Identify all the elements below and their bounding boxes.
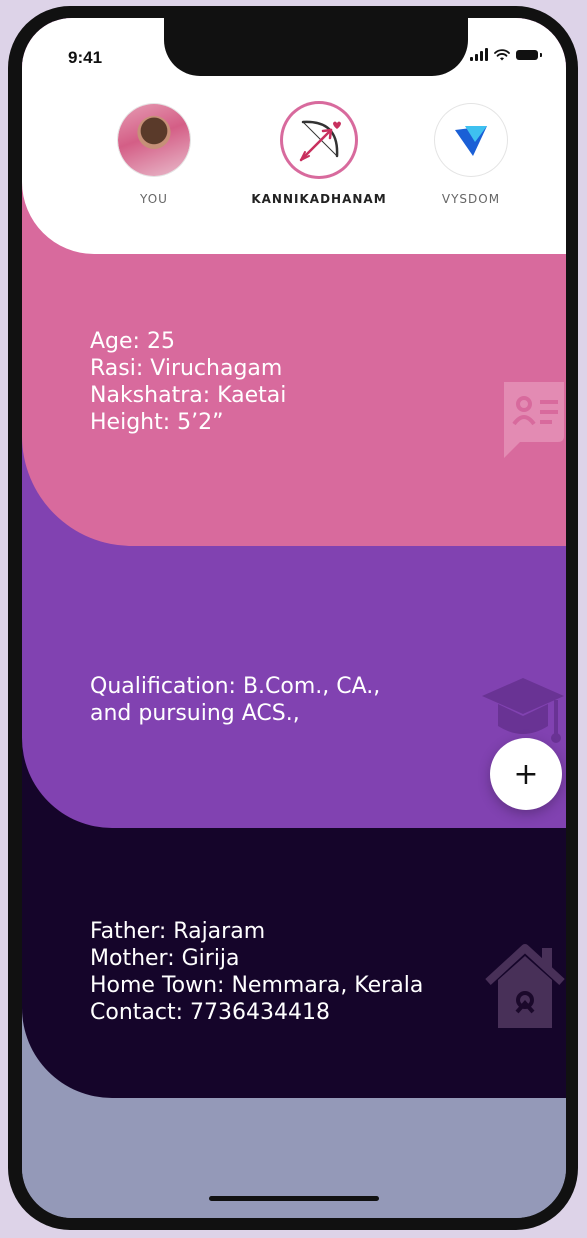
- rasi-text: Rasi: Viruchagam: [90, 356, 283, 381]
- home-indicator[interactable]: [209, 1196, 379, 1201]
- profile-card-icon: [504, 382, 564, 458]
- phone-frame: 9:41 Father: Rajaram Mother: Girija Home…: [8, 6, 578, 1230]
- cellular-signal-icon: [470, 48, 488, 61]
- vysdom-logo-icon: [455, 126, 487, 156]
- story-kannikadhanam[interactable]: KANNIKADHANAM: [251, 104, 386, 206]
- status-icons: [470, 48, 542, 61]
- personal-details: Age: 25 Rasi: Viruchagam Nakshatra: Kaet…: [90, 328, 286, 436]
- status-time: 9:41: [68, 48, 103, 67]
- story-label-you: YOU: [140, 192, 168, 206]
- height-text: Height: 5’2”: [90, 410, 224, 435]
- contact-text: Contact: 7736434418: [90, 1000, 330, 1025]
- story-label-vysdom: VYSDOM: [441, 192, 501, 206]
- story-label-kannikadhanam: KANNIKADHANAM: [251, 192, 387, 206]
- bow-arrow-icon: [299, 120, 341, 162]
- qualification-text: Qualification: B.Com., CA.,: [90, 674, 381, 699]
- wifi-icon: [494, 48, 510, 60]
- story-you[interactable]: YOU: [118, 104, 190, 206]
- father-text: Father: Rajaram: [90, 919, 266, 944]
- family-details: Father: Rajaram Mother: Girija Home Town…: [90, 918, 423, 1026]
- stories-row: YOU KANNIKADHANAM VYSDOM: [22, 104, 566, 224]
- app-screen: 9:41 Father: Rajaram Mother: Girija Home…: [22, 18, 566, 1218]
- age-text: Age: 25: [90, 329, 175, 354]
- avatar[interactable]: [118, 104, 190, 176]
- status-bar: 9:41: [22, 18, 566, 78]
- home-icon: [485, 944, 565, 1028]
- qualification-continued-text: and pursuing ACS.,: [90, 701, 300, 726]
- education-details: Qualification: B.Com., CA., and pursuing…: [90, 673, 380, 727]
- profile-photo: [118, 104, 190, 176]
- nakshatra-text: Nakshatra: Kaetai: [90, 383, 287, 408]
- home-town-text: Home Town: Nemmara, Kerala: [90, 973, 424, 998]
- story-vysdom[interactable]: VYSDOM: [435, 104, 507, 206]
- mother-text: Mother: Girija: [90, 946, 240, 971]
- add-button[interactable]: +: [490, 738, 562, 810]
- vysdom-avatar[interactable]: [435, 104, 507, 176]
- kannikadhanam-avatar[interactable]: [283, 104, 355, 176]
- battery-icon: [516, 49, 542, 60]
